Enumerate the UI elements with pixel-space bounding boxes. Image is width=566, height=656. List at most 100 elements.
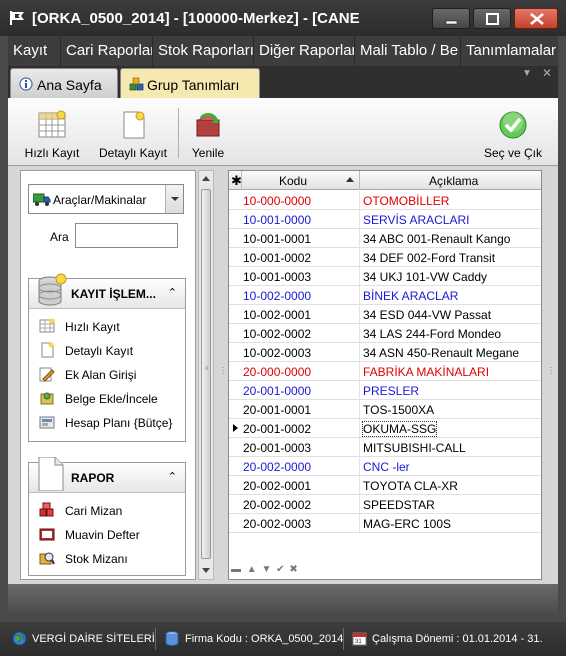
scroll-down-icon[interactable] <box>201 567 211 575</box>
menu-stok-raporlari[interactable]: Stok Raporları <box>153 36 254 66</box>
kayit-group-header[interactable]: KAYIT İŞLEM... ⌃ <box>29 273 185 309</box>
splitter-grip-icon[interactable]: ⋮ <box>219 366 227 375</box>
delete-row-icon[interactable]: ▬ <box>231 564 241 575</box>
cell-kodu[interactable]: 20-001-0003 <box>243 441 311 455</box>
cell-kodu[interactable]: 10-001-0003 <box>243 270 311 284</box>
cell-kodu[interactable]: 10-002-0000 <box>243 289 311 303</box>
cell-aciklama[interactable]: FABRİKA MAKİNALARI <box>363 365 489 379</box>
table-row[interactable]: 10-002-0002 34 LAS 244-Ford Mondeo <box>229 324 541 343</box>
cell-divider <box>359 210 360 229</box>
left-panel-scrollbar[interactable] <box>198 170 214 580</box>
cell-aciklama[interactable]: SERVİS ARACLARI <box>363 213 470 227</box>
splitter-grip-icon[interactable]: ⋮ <box>547 366 555 375</box>
table-row[interactable]: 20-002-0002 SPEEDSTAR <box>229 495 541 514</box>
cell-kodu[interactable]: 10-002-0003 <box>243 346 311 360</box>
cell-kodu[interactable]: 10-001-0000 <box>243 213 311 227</box>
cell-aciklama[interactable]: BİNEK ARACLAR <box>363 289 458 303</box>
cell-kodu[interactable]: 10-001-0001 <box>243 232 311 246</box>
cell-aciklama[interactable]: TOS-1500XA <box>363 403 434 417</box>
cell-aciklama[interactable]: 34 DEF 002-Ford Transit <box>363 251 495 265</box>
column-aciklama[interactable]: Açıklama <box>429 174 478 188</box>
scroll-thumb[interactable] <box>201 189 211 559</box>
cell-kodu[interactable]: 10-000-0000 <box>243 194 311 208</box>
cell-kodu[interactable]: 20-000-0000 <box>243 365 311 379</box>
table-row[interactable]: 10-002-0003 34 ASN 450-Renault Megane <box>229 343 541 362</box>
minimize-button[interactable] <box>432 8 470 29</box>
status-firma-text: Firma Kodu : ORKA_0500_2014 <box>185 633 344 645</box>
cell-aciklama[interactable]: 34 ESD 044-VW Passat <box>363 308 491 322</box>
cell-aciklama[interactable]: 34 UKJ 101-VW Caddy <box>363 270 487 284</box>
table-row[interactable]: 10-001-0001 34 ABC 001-Renault Kango <box>229 229 541 248</box>
cell-kodu[interactable]: 20-001-0002 <box>243 422 311 436</box>
table-row[interactable]: 10-002-0000 BİNEK ARACLAR <box>229 286 541 305</box>
collapse-chevron-icon[interactable]: ⌃ <box>168 470 177 483</box>
hizli-kayit-button[interactable]: Hızlı Kayıt <box>22 110 82 160</box>
cell-aciklama[interactable]: 34 LAS 244-Ford Mondeo <box>363 327 501 341</box>
move-down-icon[interactable]: ▼ <box>261 564 271 575</box>
sec-ve-cik-button[interactable]: Seç ve Çık <box>483 110 543 160</box>
cell-aciklama[interactable]: MAG-ERC 100S <box>363 517 451 531</box>
search-input[interactable] <box>75 223 178 248</box>
menu-tanimlamalar[interactable]: Tanımlamalar <box>461 36 558 66</box>
check-confirm-icon <box>499 111 527 139</box>
table-row[interactable]: 10-000-0000 OTOMOBİLLER <box>229 191 541 210</box>
table-row[interactable]: 20-002-0003 MAG-ERC 100S <box>229 514 541 533</box>
cell-aciklama[interactable]: OKUMA-SSG <box>361 421 438 437</box>
table-row[interactable]: 20-002-0001 TOYOTA CLA-XR <box>229 476 541 495</box>
tab-list-icon[interactable]: ▼ <box>522 68 532 79</box>
cell-aciklama[interactable]: TOYOTA CLA-XR <box>363 479 458 493</box>
cell-aciklama[interactable]: OTOMOBİLLER <box>363 194 449 208</box>
table-row[interactable]: 20-001-0003 MITSUBISHI-CALL <box>229 438 541 457</box>
scroll-grip-icon: ≡ <box>205 366 209 372</box>
menu-cari-raporlar[interactable]: Cari Raporlar <box>61 36 153 66</box>
category-dropdown[interactable]: Araçlar/Makinalar <box>28 184 184 214</box>
app-window: [ORKA_0500_2014] - [100000-Merkez] - [CA… <box>0 0 566 656</box>
menu-kayit[interactable]: Kayıt <box>8 36 61 66</box>
link-label: Muavin Defter <box>65 528 140 542</box>
cell-kodu[interactable]: 10-001-0002 <box>243 251 311 265</box>
table-row[interactable]: 10-001-0003 34 UKJ 101-VW Caddy <box>229 267 541 286</box>
cell-aciklama[interactable]: MITSUBISHI-CALL <box>363 441 466 455</box>
cell-kodu[interactable]: 20-002-0001 <box>243 479 311 493</box>
maximize-button[interactable] <box>473 8 511 29</box>
kayit-group-title: KAYIT İŞLEM... <box>71 287 156 301</box>
cell-divider <box>359 267 360 286</box>
cell-kodu[interactable]: 20-002-0003 <box>243 517 311 531</box>
tab-grup-tanimlari[interactable]: Grup Tanımları <box>120 68 260 98</box>
rapor-group-header[interactable]: RAPOR ⌃ <box>29 457 185 493</box>
cell-kodu[interactable]: 20-001-0001 <box>243 403 311 417</box>
table-row[interactable]: 20-001-0002 OKUMA-SSG <box>229 419 541 438</box>
table-row[interactable]: 20-000-0000 FABRİKA MAKİNALARI <box>229 362 541 381</box>
cell-aciklama[interactable]: SPEEDSTAR <box>363 498 435 512</box>
table-row[interactable]: 20-002-0000 CNC -ler <box>229 457 541 476</box>
cancel-edit-icon[interactable]: ✖ <box>289 564 297 575</box>
table-row[interactable]: 20-001-0000 PRESLER <box>229 381 541 400</box>
dropdown-button[interactable] <box>165 185 183 213</box>
table-row[interactable]: 10-001-0000 SERVİS ARACLARI <box>229 210 541 229</box>
table-row[interactable]: 10-001-0002 34 DEF 002-Ford Transit <box>229 248 541 267</box>
collapse-chevron-icon[interactable]: ⌃ <box>168 286 177 299</box>
close-tab-icon[interactable]: ✕ <box>542 66 552 80</box>
menu-diger-raporlar[interactable]: Diğer Raporlar <box>254 36 355 66</box>
cell-aciklama[interactable]: 34 ABC 001-Renault Kango <box>363 232 510 246</box>
post-edit-icon[interactable]: ✔ <box>276 564 284 575</box>
scroll-up-icon[interactable] <box>201 174 211 182</box>
cell-divider <box>359 362 360 381</box>
cell-kodu[interactable]: 20-002-0000 <box>243 460 311 474</box>
cell-kodu[interactable]: 20-002-0002 <box>243 498 311 512</box>
close-window-button[interactable] <box>514 8 558 29</box>
menu-mali-tablo[interactable]: Mali Tablo / Be <box>355 36 461 66</box>
cell-kodu[interactable]: 10-002-0001 <box>243 308 311 322</box>
cell-aciklama[interactable]: PRESLER <box>363 384 419 398</box>
yenile-button[interactable]: Yenile <box>188 110 228 160</box>
table-row[interactable]: 20-001-0001 TOS-1500XA <box>229 400 541 419</box>
detayli-kayit-button[interactable]: Detaylı Kayıt <box>98 110 168 160</box>
tab-ana-sayfa[interactable]: Ana Sayfa <box>10 68 118 98</box>
cell-kodu[interactable]: 10-002-0002 <box>243 327 311 341</box>
cell-kodu[interactable]: 20-001-0000 <box>243 384 311 398</box>
cell-aciklama[interactable]: 34 ASN 450-Renault Megane <box>363 346 519 360</box>
column-kodu[interactable]: Kodu <box>279 174 307 188</box>
move-up-icon[interactable]: ▲ <box>247 564 257 575</box>
cell-aciklama[interactable]: CNC -ler <box>363 460 410 474</box>
table-row[interactable]: 10-002-0001 34 ESD 044-VW Passat <box>229 305 541 324</box>
